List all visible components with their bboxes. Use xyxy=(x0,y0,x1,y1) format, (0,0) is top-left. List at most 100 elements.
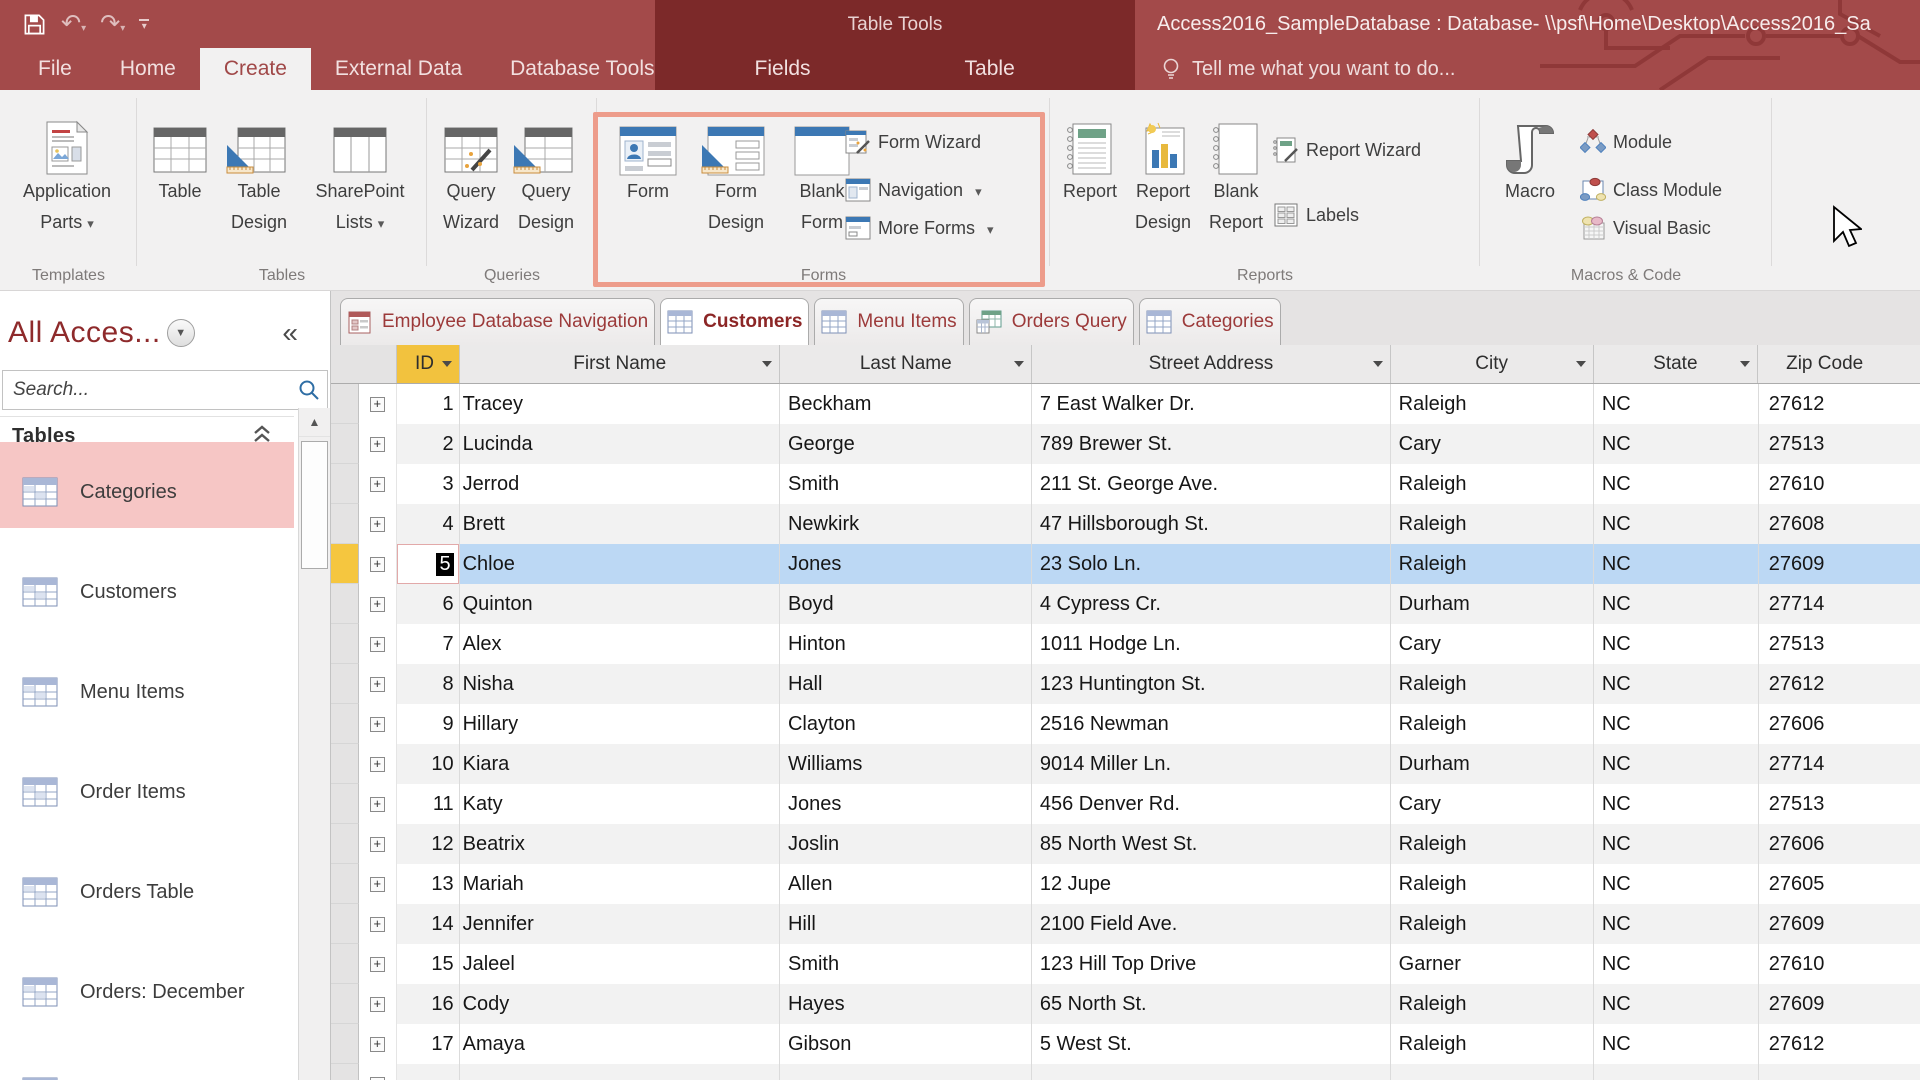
cell-street-address[interactable]: 2516 Newman xyxy=(1032,704,1391,744)
report-design-button[interactable]: Report Design xyxy=(1125,114,1201,238)
nav-table-item[interactable]: Categories xyxy=(0,442,294,542)
expand-record-cell[interactable] xyxy=(358,544,397,584)
cell-first-name[interactable]: Jennifer xyxy=(460,904,780,944)
nav-table-item[interactable]: Customers xyxy=(0,542,294,642)
expand-record-cell[interactable] xyxy=(358,704,397,744)
cell-street-address[interactable]: 12 Jupe xyxy=(1032,864,1391,904)
expand-plus-icon[interactable] xyxy=(369,556,385,572)
cell-city[interactable]: Raleigh xyxy=(1391,824,1594,864)
cell-last-name[interactable] xyxy=(780,1064,1032,1080)
cell-first-name[interactable]: Lucinda xyxy=(460,424,780,464)
cell-state[interactable]: NC xyxy=(1594,824,1759,864)
cell-last-name[interactable]: Allen xyxy=(780,864,1032,904)
expand-plus-icon[interactable] xyxy=(369,796,385,812)
cell-id[interactable] xyxy=(397,1064,460,1080)
query-design-button[interactable]: Query Design xyxy=(511,114,581,238)
cell-id[interactable]: 11 xyxy=(397,784,460,824)
cell-first-name[interactable]: Kiara xyxy=(460,744,780,784)
cell-last-name[interactable]: Gibson xyxy=(780,1024,1032,1064)
record-selector[interactable] xyxy=(330,624,359,664)
cell-city[interactable] xyxy=(1391,1064,1594,1080)
cell-id[interactable]: 10 xyxy=(397,744,460,784)
tab-table[interactable]: Table xyxy=(945,48,1035,90)
cell-state[interactable]: NC xyxy=(1594,384,1759,424)
record-selector[interactable] xyxy=(330,744,359,784)
cell-last-name[interactable]: Smith xyxy=(780,944,1032,984)
cell-street-address[interactable]: 4 Cypress Cr. xyxy=(1032,584,1391,624)
cell-city[interactable]: Raleigh xyxy=(1391,544,1594,584)
cell-state[interactable]: NC xyxy=(1594,744,1759,784)
cell-street-address[interactable]: 456 Denver Rd. xyxy=(1032,784,1391,824)
expand-plus-icon[interactable] xyxy=(369,1036,385,1052)
cell-street-address[interactable]: 23 Solo Ln. xyxy=(1032,544,1391,584)
cell-state[interactable]: NC xyxy=(1594,904,1759,944)
expand-record-cell[interactable] xyxy=(358,504,397,544)
cell-last-name[interactable]: Boyd xyxy=(780,584,1032,624)
cell-state[interactable]: NC xyxy=(1594,864,1759,904)
expand-record-cell[interactable] xyxy=(358,784,397,824)
report-wizard-button[interactable]: Report Wizard xyxy=(1273,135,1421,165)
customize-quick-access-button[interactable]: ▾ xyxy=(139,18,150,31)
undo-button[interactable]: ↶▾ xyxy=(61,12,86,36)
cell-id[interactable]: 16 xyxy=(397,984,460,1024)
cell-street-address[interactable]: 7 East Walker Dr. xyxy=(1032,384,1391,424)
cell-city[interactable]: Raleigh xyxy=(1391,384,1594,424)
cell-id[interactable]: 8 xyxy=(397,664,460,704)
cell-city[interactable]: Garner xyxy=(1391,944,1594,984)
redo-button[interactable]: ↷▾ xyxy=(100,12,125,36)
column-header-zip-code[interactable]: Zip Code xyxy=(1758,345,1920,383)
form-design-button[interactable]: Form Design xyxy=(699,114,773,238)
expand-plus-icon[interactable] xyxy=(369,956,385,972)
expand-plus-icon[interactable] xyxy=(369,836,385,852)
expand-plus-icon[interactable] xyxy=(369,1076,385,1080)
shutter-bar-close-icon[interactable]: « xyxy=(282,319,298,347)
cell-last-name[interactable]: Hill xyxy=(780,904,1032,944)
cell-last-name[interactable]: Jones xyxy=(780,544,1032,584)
cell-state[interactable]: NC xyxy=(1594,704,1759,744)
report-button[interactable]: Report xyxy=(1063,114,1117,207)
table-button[interactable]: Table xyxy=(153,114,207,207)
cell-zip[interactable] xyxy=(1759,1064,1920,1080)
blank-form-button[interactable]: Blank Form xyxy=(791,114,853,238)
document-tab[interactable]: Categories xyxy=(1138,298,1281,345)
cell-first-name[interactable]: Hillary xyxy=(460,704,780,744)
more-forms-button[interactable]: More Forms xyxy=(845,213,994,243)
cell-street-address[interactable]: 65 North St. xyxy=(1032,984,1391,1024)
expand-record-cell[interactable] xyxy=(358,424,397,464)
navigation-button[interactable]: Navigation xyxy=(845,175,982,205)
cell-first-name[interactable]: Jerrod xyxy=(460,464,780,504)
sharepoint-lists-button[interactable]: SharePoint Lists xyxy=(309,114,411,239)
expand-plus-icon[interactable] xyxy=(369,596,385,612)
tab-file[interactable]: File xyxy=(14,48,96,90)
cell-state[interactable]: NC xyxy=(1594,1024,1759,1064)
cell-state[interactable]: NC xyxy=(1594,424,1759,464)
column-header-state[interactable]: State xyxy=(1594,345,1759,383)
cell-state[interactable]: NC xyxy=(1594,664,1759,704)
cell-id[interactable]: 4 xyxy=(397,504,460,544)
table-design-button[interactable]: Table Design xyxy=(219,114,299,238)
cell-zip[interactable]: 27612 xyxy=(1759,664,1920,704)
save-icon[interactable] xyxy=(22,12,47,37)
cell-id[interactable]: 5 xyxy=(396,544,460,584)
expand-plus-icon[interactable] xyxy=(369,396,385,412)
cell-last-name[interactable]: Beckham xyxy=(780,384,1032,424)
record-selector[interactable] xyxy=(330,504,359,544)
expand-record-cell[interactable] xyxy=(358,384,397,424)
cell-id[interactable]: 13 xyxy=(397,864,460,904)
cell-first-name[interactable]: Cody xyxy=(460,984,780,1024)
form-wizard-button[interactable]: Form Wizard xyxy=(845,127,981,157)
cell-zip[interactable]: 27608 xyxy=(1759,504,1920,544)
nav-pane-menu-button[interactable]: ▼ xyxy=(166,319,195,347)
tab-external-data[interactable]: External Data xyxy=(311,48,486,90)
expand-record-cell[interactable] xyxy=(358,904,397,944)
tab-create[interactable]: Create xyxy=(199,48,311,90)
cell-zip[interactable]: 27714 xyxy=(1759,584,1920,624)
cell-id[interactable]: 15 xyxy=(397,944,460,984)
cell-zip[interactable]: 27714 xyxy=(1759,744,1920,784)
cell-last-name[interactable]: Hayes xyxy=(780,984,1032,1024)
cell-first-name[interactable]: Tracey xyxy=(460,384,780,424)
cell-street-address[interactable]: 47 Hillsborough St. xyxy=(1032,504,1391,544)
cell-zip[interactable]: 27610 xyxy=(1759,464,1920,504)
cell-first-name[interactable]: Nisha xyxy=(460,664,780,704)
cell-first-name[interactable]: Katy xyxy=(460,784,780,824)
